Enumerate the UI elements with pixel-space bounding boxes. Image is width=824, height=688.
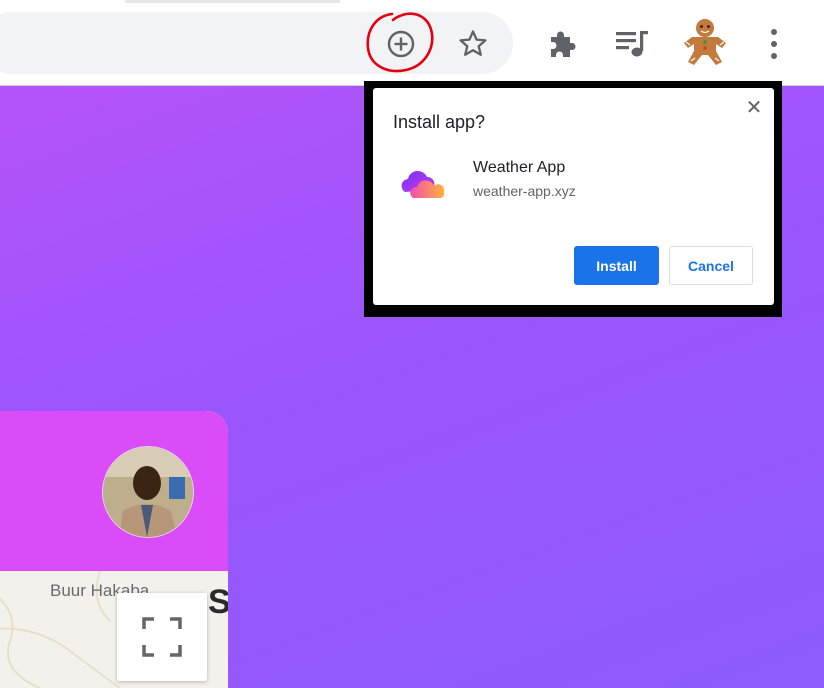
dialog-title: Install app? bbox=[393, 112, 486, 132]
card-header bbox=[0, 411, 228, 571]
browser-toolbar bbox=[0, 0, 824, 86]
app-url: weather-app.xyz bbox=[473, 183, 576, 199]
extensions-puzzle-icon[interactable] bbox=[543, 25, 581, 63]
weather-app-cloud-icon bbox=[401, 170, 445, 198]
install-button[interactable]: Install bbox=[574, 246, 659, 285]
bookmark-star-icon[interactable] bbox=[455, 26, 491, 62]
profile-card: Buur Hakaba S bbox=[0, 411, 228, 688]
map-partial-label: S bbox=[208, 583, 228, 621]
close-icon[interactable]: ✕ bbox=[743, 96, 765, 119]
red-annotation-circle-icon bbox=[366, 12, 434, 73]
app-name: Weather App bbox=[473, 159, 566, 176]
fullscreen-icon bbox=[142, 617, 182, 657]
cancel-button[interactable]: Cancel bbox=[669, 246, 753, 285]
install-app-dialog: Install app? ✕ Weather App weather-app.x… bbox=[373, 88, 774, 305]
fullscreen-button[interactable] bbox=[117, 593, 207, 681]
gingerbread-profile-icon[interactable] bbox=[680, 16, 730, 68]
media-control-icon[interactable] bbox=[613, 25, 653, 63]
tab-strip-edge bbox=[125, 0, 340, 3]
more-menu-icon[interactable] bbox=[762, 24, 786, 64]
avatar[interactable] bbox=[102, 446, 194, 538]
map-view[interactable]: Buur Hakaba S bbox=[0, 571, 228, 688]
